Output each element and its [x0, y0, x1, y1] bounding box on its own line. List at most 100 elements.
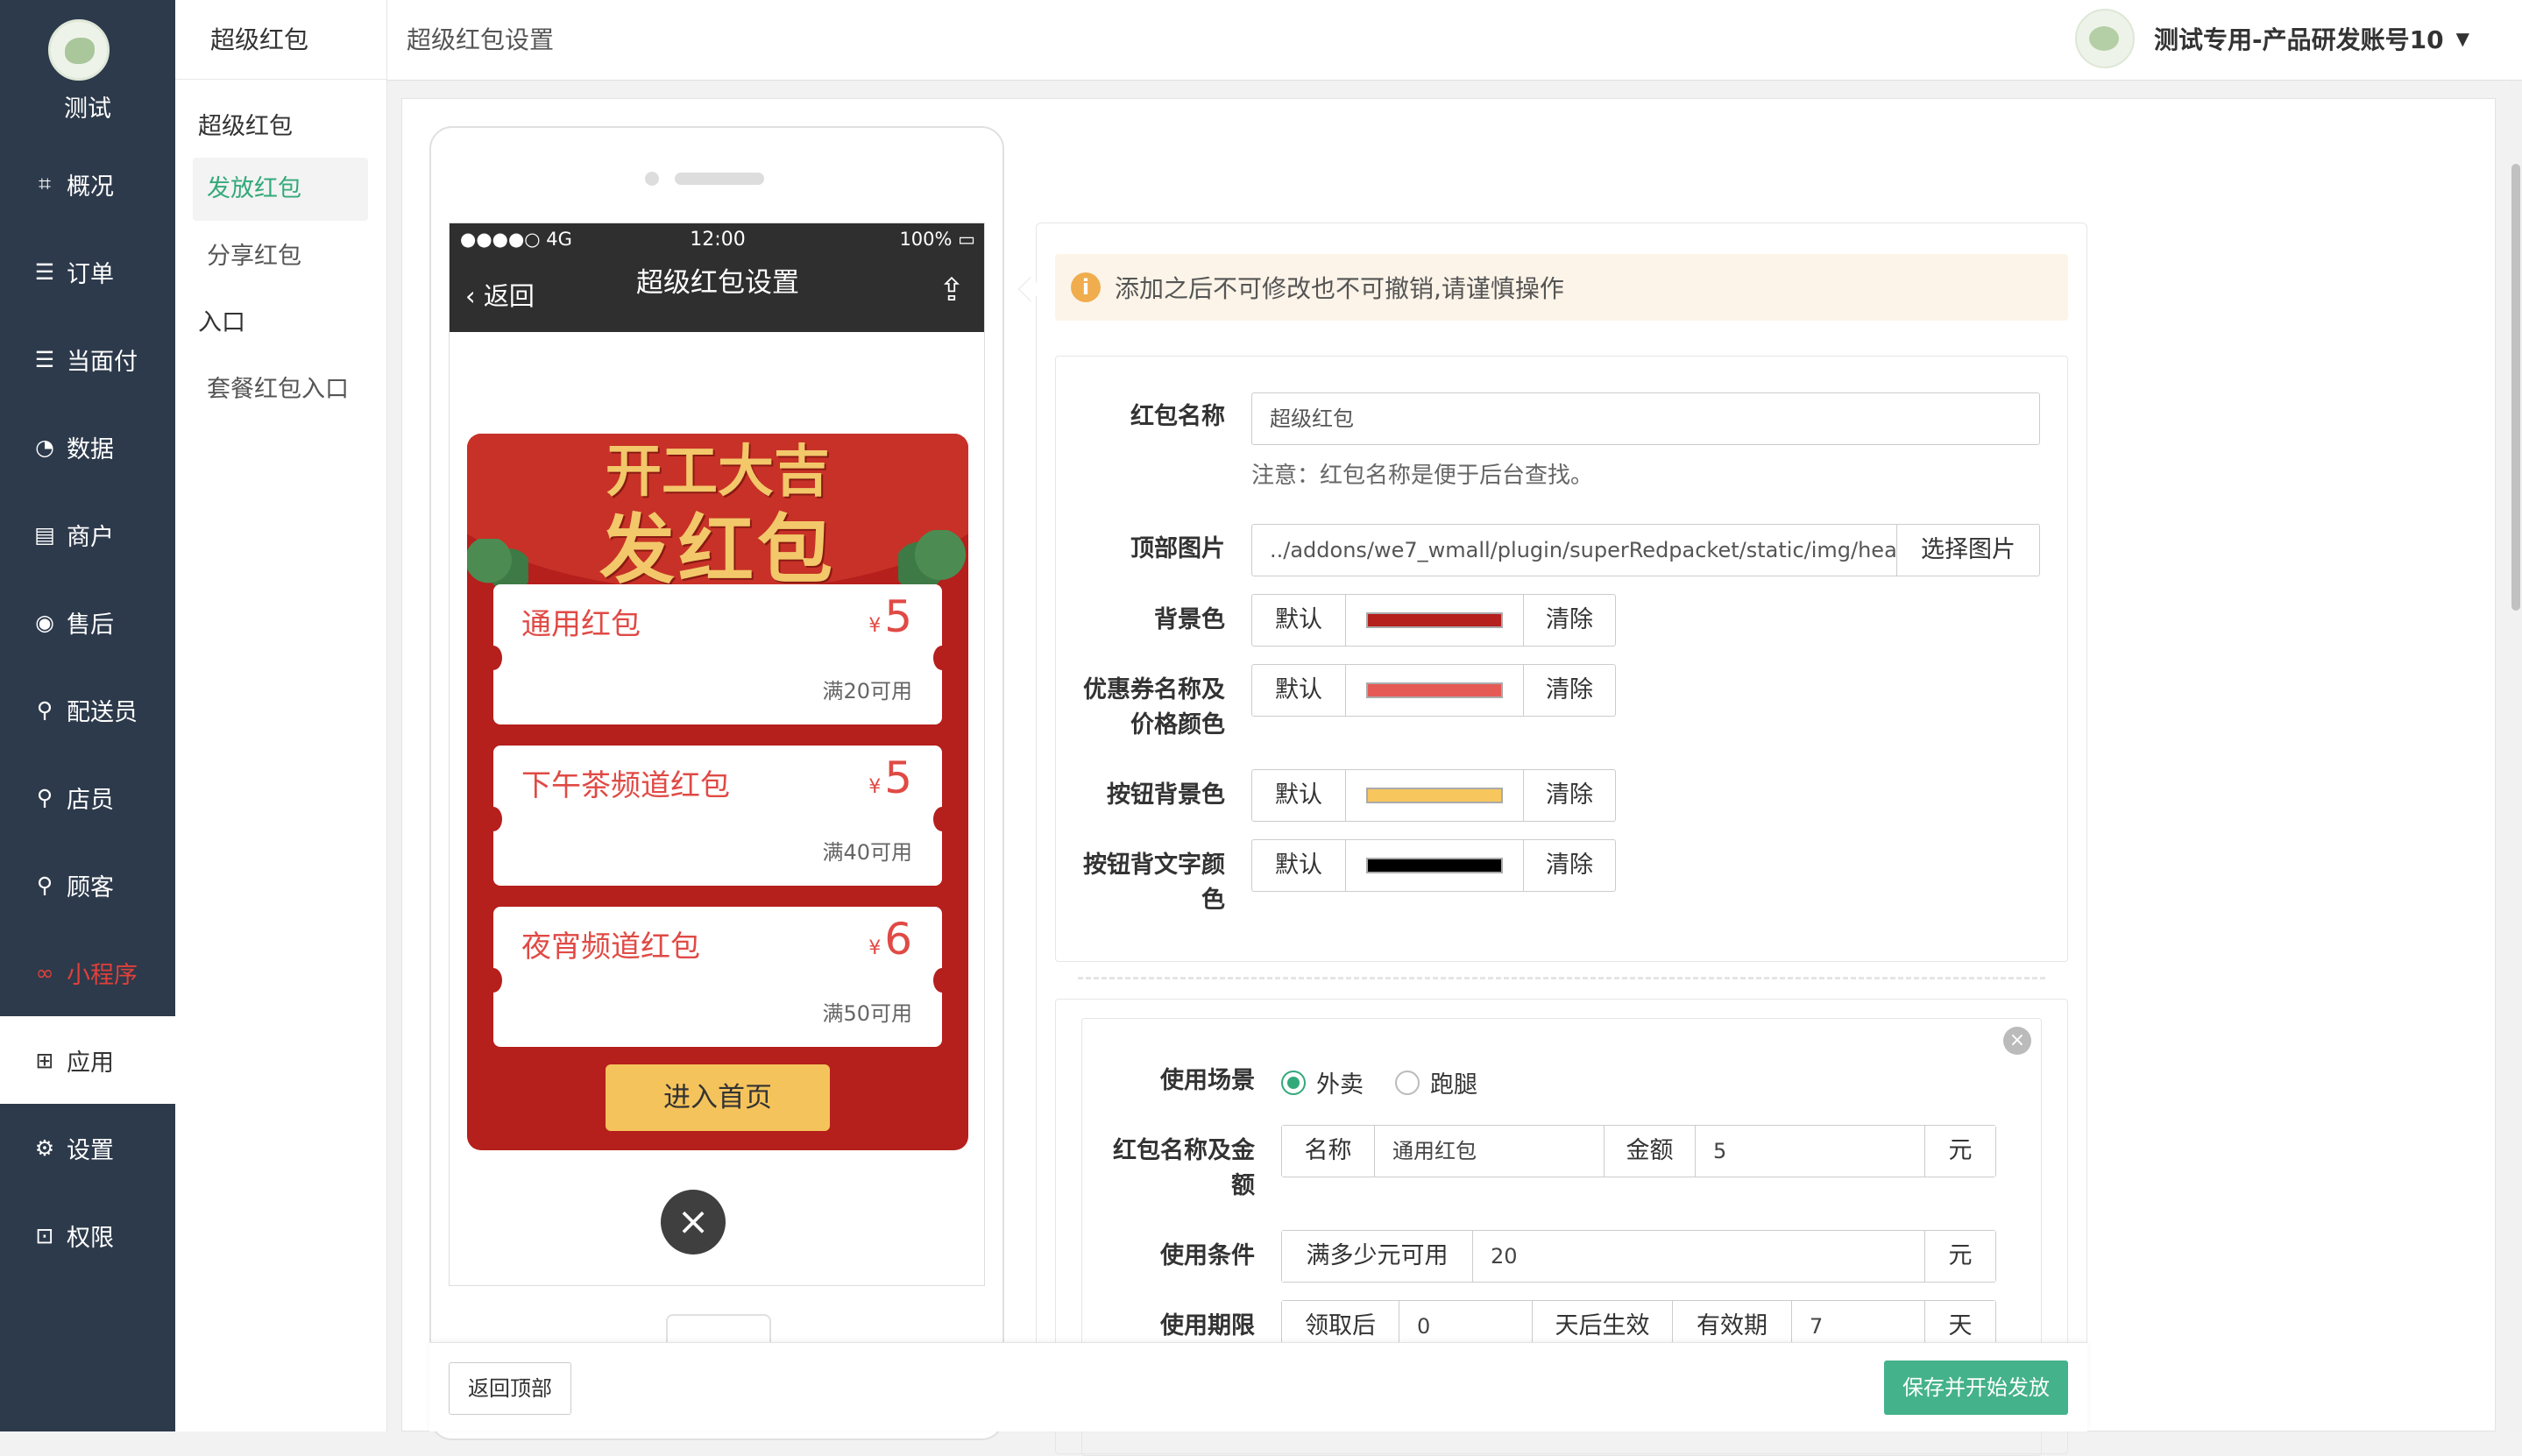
account-menu[interactable]: 测试专用-产品研发账号10 ▼: [2075, 9, 2469, 68]
nav-item-courier[interactable]: ⚲ 配送员: [0, 666, 175, 753]
nav-label: 配送员: [67, 698, 138, 726]
red-packet: 开工大吉 发红包 通用红包 ¥5 满20可用 下午茶频道红包 ¥5 满40可用 …: [467, 434, 968, 1150]
gear-icon: ⚙: [34, 1134, 55, 1161]
field-label: 使用条件: [1160, 1242, 1255, 1269]
color-swatch[interactable]: [1345, 770, 1524, 821]
close-icon[interactable]: ×: [661, 1190, 726, 1255]
swatch-fill: [1366, 682, 1503, 698]
coupon-name: 下午茶频道红包: [521, 768, 730, 803]
nav-item-settings[interactable]: ⚙ 设置: [0, 1104, 175, 1191]
sub-nav-item-package[interactable]: 套餐红包入口: [175, 370, 387, 404]
nav-label: 权限: [67, 1224, 114, 1252]
nav-label: 小程序: [67, 961, 138, 989]
nav-label: 顾客: [67, 873, 114, 901]
shop-logo[interactable]: [48, 19, 110, 81]
nav-item-merchant[interactable]: ▤ 商户: [0, 491, 175, 578]
info-icon: i: [1071, 272, 1101, 302]
coupon-name-input[interactable]: 通用红包: [1375, 1126, 1605, 1177]
coupon-condition: 满50可用: [822, 1001, 912, 1026]
nav-item-orders[interactable]: ☰ 订单: [0, 228, 175, 315]
condition-addon: 满多少元可用: [1282, 1231, 1473, 1282]
coupon-name-amount-group: 名称 通用红包 金额 5 元: [1281, 1125, 1996, 1177]
field-label: 红包名称及金额: [1113, 1137, 1255, 1199]
page-scrollbar[interactable]: [2510, 81, 2522, 1431]
amount-addon: 金额: [1605, 1126, 1696, 1177]
field-label: 按钮背景色: [1107, 781, 1225, 809]
customer-icon: ⚲: [36, 872, 53, 898]
nav-item-overview[interactable]: ⌗ 概况: [0, 140, 175, 228]
condition-group: 满多少元可用 20 元: [1281, 1230, 1996, 1283]
nav-item-miniprogram[interactable]: ∞ 小程序: [0, 929, 175, 1016]
clear-color-button[interactable]: 清除: [1524, 595, 1615, 646]
default-color-button[interactable]: 默认: [1252, 770, 1345, 821]
bg-color-picker: 默认 清除: [1251, 594, 1616, 647]
clear-color-button[interactable]: 清除: [1524, 665, 1615, 716]
yuan-addon: 元: [1925, 1126, 1995, 1177]
clear-color-button[interactable]: 清除: [1524, 840, 1615, 891]
save-and-send-button[interactable]: 保存并开始发放: [1884, 1361, 2068, 1415]
breadcrumb: 超级红包设置: [407, 25, 555, 54]
shop-name: 测试: [64, 95, 111, 123]
scene-option-errand[interactable]: 跑腿: [1395, 1065, 1477, 1099]
top-bar: 超级红包设置 测试专用-产品研发账号10 ▼: [387, 0, 2522, 81]
field-label: 使用期限: [1160, 1312, 1255, 1339]
sub-nav-item-send[interactable]: 发放红包: [193, 158, 368, 221]
nav-label: 数据: [67, 435, 114, 463]
phone-preview: ●●●●○ 4G 12:00 100% ▭ ‹ 返回 超级红包设置 ⇪ 开工大吉…: [429, 126, 1004, 1440]
clear-color-button[interactable]: 清除: [1524, 770, 1615, 821]
default-color-button[interactable]: 默认: [1252, 840, 1345, 891]
phone-title: 超级红包设置: [636, 267, 799, 299]
color-swatch[interactable]: [1345, 595, 1524, 646]
header-image-path-input[interactable]: ../addons/we7_wmall/plugin/superRedpacke…: [1251, 524, 1898, 576]
back-to-top-button[interactable]: 返回顶部: [449, 1362, 571, 1415]
nav-item-customer[interactable]: ⚲ 顾客: [0, 841, 175, 929]
select-image-button[interactable]: 选择图片: [1896, 524, 2040, 576]
miniprogram-icon: ∞: [35, 959, 54, 986]
nav-item-facepay[interactable]: ☰ 当面付: [0, 315, 175, 403]
nav-item-aftersale[interactable]: ◉ 售后: [0, 578, 175, 666]
nav-label: 应用: [67, 1049, 114, 1077]
swatch-fill: [1366, 612, 1503, 628]
nav-item-permissions[interactable]: ⊡ 权限: [0, 1191, 175, 1279]
nav-label: 当面付: [67, 348, 138, 376]
remove-coupon-icon[interactable]: ×: [2003, 1027, 2031, 1055]
coupon-name: 夜宵频道红包: [521, 929, 700, 965]
nav-label: 店员: [67, 786, 114, 814]
radio-unchecked-icon: [1395, 1070, 1420, 1095]
battery-indicator: 100% ▭: [899, 229, 975, 250]
coupon-name: 通用红包: [521, 607, 641, 642]
share-icon[interactable]: ⇪: [939, 272, 965, 308]
header-text-line2: 发红包: [599, 505, 836, 594]
nav-item-clerk[interactable]: ⚲ 店员: [0, 753, 175, 841]
condition-input[interactable]: 20: [1473, 1231, 1925, 1282]
scene-option-takeout[interactable]: 外卖: [1281, 1065, 1364, 1099]
nav-label: 概况: [67, 173, 114, 201]
speaker: [675, 173, 764, 185]
merchant-icon: ▤: [34, 521, 55, 548]
data-icon: ◔: [35, 434, 54, 460]
name-addon: 名称: [1282, 1126, 1375, 1177]
nav-item-data[interactable]: ◔ 数据: [0, 403, 175, 491]
camera-dot: [645, 172, 659, 186]
color-swatch[interactable]: [1345, 840, 1524, 891]
coupon-amount: ¥5: [868, 753, 912, 803]
coupon-amount-input[interactable]: 5: [1696, 1126, 1925, 1177]
swatch-fill: [1366, 858, 1503, 873]
sub-nav-title: 超级红包: [210, 25, 309, 54]
packet-name-input[interactable]: 超级红包: [1251, 392, 2040, 445]
nav-item-apps[interactable]: ⊞ 应用: [0, 1016, 175, 1104]
sub-nav-item-share[interactable]: 分享红包: [175, 237, 387, 271]
caret-down-icon: ▼: [2455, 28, 2469, 49]
clerk-icon: ⚲: [36, 784, 53, 810]
coupon-card: 夜宵频道红包 ¥6 满50可用: [485, 907, 951, 1047]
default-color-button[interactable]: 默认: [1252, 665, 1345, 716]
coupon-condition: 满20可用: [822, 679, 912, 703]
coupon-card: 通用红包 ¥5 满20可用: [485, 584, 951, 724]
default-color-button[interactable]: 默认: [1252, 595, 1345, 646]
enter-home-button[interactable]: 进入首页: [606, 1064, 830, 1131]
color-swatch[interactable]: [1345, 665, 1524, 716]
scrollbar-thumb[interactable]: [2511, 164, 2520, 611]
field-label: 红包名称: [1130, 403, 1225, 430]
courier-icon: ⚲: [36, 696, 53, 723]
avatar: [2075, 9, 2136, 68]
